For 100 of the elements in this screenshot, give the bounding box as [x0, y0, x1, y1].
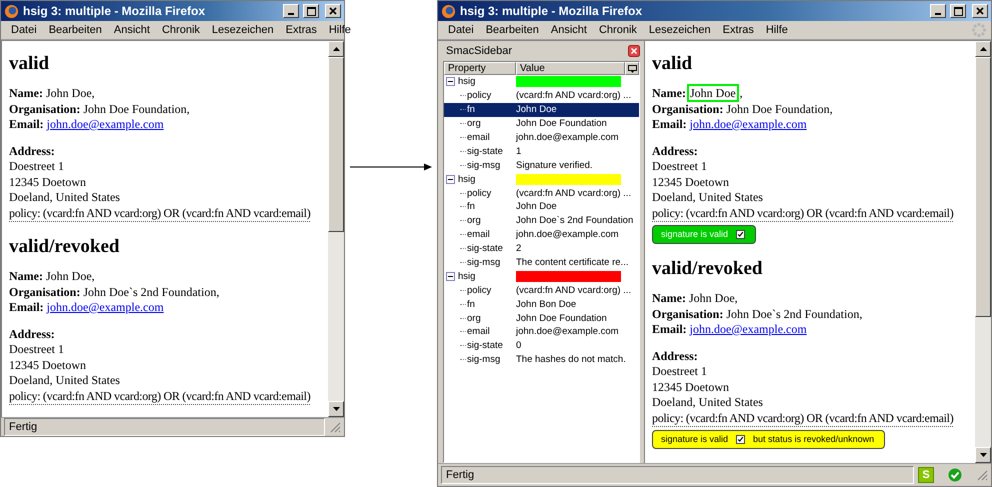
property-value: John Doe Foundation	[516, 118, 608, 130]
menu-item[interactable]: Ansicht	[108, 23, 156, 37]
minimize-button[interactable]	[930, 4, 946, 18]
check-icon	[948, 468, 962, 482]
property-row[interactable]: sig-state 2	[444, 242, 639, 256]
property-row[interactable]: email john.doe@example.com	[444, 325, 639, 339]
field-value: John Doe,	[46, 269, 95, 283]
property-row[interactable]: policy (vcard:fn AND vcard:org) ...	[444, 88, 639, 103]
policy-text: policy: (vcard:fn AND vcard:org) OR (vcard:fn AND vcard:email)	[9, 206, 310, 222]
property-row[interactable]: fn John Bon Doe	[444, 297, 639, 312]
menu-item[interactable]: Lesezeichen	[642, 23, 717, 37]
resize-grip-icon[interactable]	[976, 469, 988, 481]
address-line: Doestreet 1	[652, 364, 708, 380]
property-row[interactable]: sig-state 0	[444, 338, 639, 353]
scroll-down-icon[interactable]	[980, 453, 986, 457]
property-row[interactable]: email john.doe@example.com	[444, 130, 639, 144]
section-heading: valid/revoked	[9, 236, 120, 258]
close-button[interactable]	[972, 4, 988, 18]
close-icon[interactable]	[628, 45, 640, 57]
section-heading: valid	[9, 53, 50, 75]
menu-item[interactable]: Lesezeichen	[206, 23, 280, 37]
maximize-icon	[306, 6, 316, 16]
property-row[interactable]: sig-state 1	[444, 144, 639, 158]
property-name: org	[467, 215, 481, 226]
property-name: fn	[467, 201, 475, 212]
field-label: Name:	[652, 86, 686, 100]
property-row[interactable]: sig-msg The hashes do not match.	[444, 352, 639, 367]
close-icon	[329, 7, 337, 15]
property-row[interactable]: org John Doe`s 2nd Foundation	[444, 214, 639, 228]
badge-text: signature is valid	[661, 433, 728, 445]
address-line: 12345 Doetown	[9, 174, 87, 190]
column-header[interactable]: Property	[444, 62, 516, 75]
property-name: policy	[467, 188, 492, 199]
property-value: (vcard:fn AND vcard:org) ...	[516, 188, 632, 199]
property-row[interactable]: sig-msg Signature verified.	[444, 158, 639, 172]
field-value: John Doe	[688, 86, 737, 100]
property-name: email	[467, 229, 490, 240]
address-label: Address:	[9, 144, 56, 159]
menu-item[interactable]: Extras	[716, 23, 760, 37]
maximize-button[interactable]	[303, 4, 319, 18]
field-label: Email:	[652, 117, 687, 131]
menu-item[interactable]: Ansicht	[544, 23, 593, 37]
property-value: The content certificate re...	[516, 257, 630, 268]
address-line: Doestreet 1	[9, 159, 65, 174]
menu-item[interactable]: Chronik	[156, 23, 206, 37]
field-label: Organisation:	[9, 284, 80, 298]
collapse-toggle-icon[interactable]	[446, 272, 455, 281]
property-name: policy	[467, 284, 492, 296]
scrollbar[interactable]	[328, 41, 344, 417]
property-row[interactable]: fn John Doe	[444, 200, 639, 214]
address-label: Address:	[9, 326, 56, 342]
property-row[interactable]: org John Doe Foundation	[444, 116, 639, 131]
menu-item[interactable]: Bearbeiten	[480, 23, 545, 37]
browser-logo-icon	[4, 4, 19, 18]
menu-item[interactable]: Datei	[442, 23, 480, 37]
property-name: sig-msg	[467, 160, 500, 171]
collapse-toggle-icon[interactable]	[446, 77, 455, 86]
property-row[interactable]: email john.doe@example.com	[444, 228, 639, 242]
scroll-up-icon[interactable]	[980, 47, 986, 51]
property-name: email	[467, 326, 490, 338]
property-row[interactable]: fn John Doe	[444, 102, 639, 117]
email-link[interactable]: john.doe@example.com	[690, 322, 807, 336]
email-link[interactable]: john.doe@example.com	[46, 300, 164, 314]
scroll-up-icon[interactable]	[332, 47, 340, 51]
property-row[interactable]: sig-msg The content certificate re...	[444, 256, 639, 270]
property-row[interactable]: policy (vcard:fn AND vcard:org) ...	[444, 283, 639, 298]
field-value: John Doe	[46, 86, 92, 100]
address-line: Doeland, United States	[9, 190, 121, 206]
menu-item[interactable]: Hilfe	[760, 23, 794, 37]
menu-item[interactable]: Extras	[280, 23, 323, 37]
address-label: Address:	[652, 144, 699, 159]
punctuation: ,	[92, 86, 95, 100]
menu-item[interactable]: Hilfe	[322, 23, 357, 37]
menu-item[interactable]: Datei	[5, 23, 43, 37]
field-label: Name:	[9, 86, 43, 100]
property-row[interactable]: org John Doe Foundation	[444, 311, 639, 326]
email-link[interactable]: john.doe@example.com	[690, 117, 807, 131]
window-title: hsig 3: multiple - Mozilla Firefox	[23, 4, 206, 18]
property-row[interactable]: policy (vcard:fn AND vcard:org) ...	[444, 186, 639, 200]
policy-text: policy: (vcard:fn AND vcard:org) OR (vcard:fn AND vcard:email)	[652, 206, 954, 222]
tree-node[interactable]: hsig	[458, 270, 476, 282]
close-icon	[976, 7, 984, 15]
column-picker-button[interactable]	[625, 62, 639, 75]
field-value: John Doe`s 2nd Foundation,	[726, 306, 862, 320]
email-link[interactable]: john.doe@example.com	[46, 117, 164, 131]
property-value: John Bon Doe	[516, 298, 578, 310]
property-value: john.doe@example.com	[516, 229, 620, 240]
tree-node[interactable]: hsig	[458, 76, 476, 88]
column-header[interactable]: Value	[516, 62, 625, 75]
scrollbar[interactable]	[975, 41, 991, 463]
scroll-down-icon[interactable]	[332, 407, 340, 411]
close-button[interactable]	[325, 4, 341, 18]
property-name: sig-state	[467, 243, 503, 254]
collapse-toggle-icon[interactable]	[446, 174, 455, 184]
resize-grip-icon[interactable]	[329, 421, 341, 433]
minimize-button[interactable]	[283, 4, 299, 18]
tree-node[interactable]: hsig	[458, 174, 476, 185]
menu-item[interactable]: Bearbeiten	[42, 23, 108, 37]
menu-item[interactable]: Chronik	[592, 23, 643, 37]
maximize-button[interactable]	[950, 4, 966, 18]
